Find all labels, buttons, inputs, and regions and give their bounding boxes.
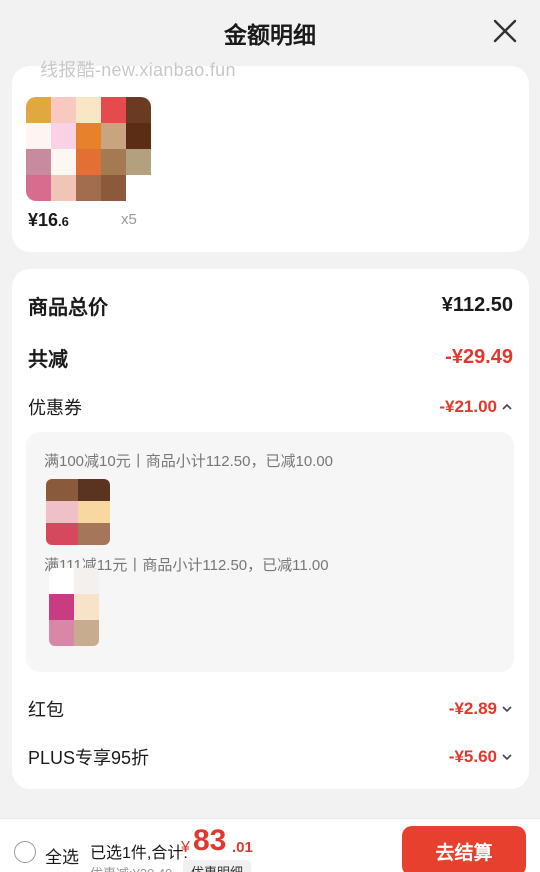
plus-amount: -¥5.60 xyxy=(448,747,497,766)
header: 金额明细 xyxy=(0,0,540,62)
coupon-row[interactable]: 优惠券 -¥21.00 xyxy=(28,394,513,420)
coupon-amount: -¥21.00 xyxy=(439,397,497,416)
plus-row[interactable]: PLUS专享95折 -¥5.60 xyxy=(28,744,513,770)
plus-label: PLUS专享95折 xyxy=(28,748,150,768)
chevron-up-icon[interactable] xyxy=(501,402,513,412)
redpack-amount: -¥2.89 xyxy=(448,699,497,718)
chevron-down-icon[interactable] xyxy=(501,752,513,762)
discount-detail-button[interactable]: 优惠明细 xyxy=(183,860,252,872)
reduce-row: 共减 -¥29.49 xyxy=(28,343,513,372)
total-amount-dec: .01 xyxy=(232,839,253,856)
price-int: ¥16 xyxy=(28,210,59,230)
redpack-label: 红包 xyxy=(28,700,64,720)
product-image xyxy=(26,97,151,201)
product-price: ¥16.6 xyxy=(28,210,69,231)
chevron-down-icon[interactable] xyxy=(501,704,513,714)
discount-summary: 优惠减:¥29.49 xyxy=(90,863,172,872)
product-qty: x5 xyxy=(121,211,137,228)
selected-summary: 已选1件,合计: xyxy=(90,845,188,862)
total-row: 商品总价 ¥112.50 xyxy=(28,291,513,320)
plus-value: -¥5.60 xyxy=(449,747,513,767)
total-amount-int: 83 xyxy=(193,824,227,857)
select-all-radio[interactable] xyxy=(14,841,36,863)
redpack-value: -¥2.89 xyxy=(449,699,513,719)
coupon-product-image xyxy=(46,479,110,545)
total-label: 商品总价 xyxy=(28,297,108,319)
coupon-line-1: 满100减10元丨商品小计112.50，已减10.00 xyxy=(44,453,334,470)
checkout-button[interactable]: 去结算 xyxy=(402,826,526,872)
currency-symbol: ¥ xyxy=(181,839,190,856)
watermark: 线报酷-new.xianbao.fun xyxy=(40,60,236,80)
total-value: ¥112.50 xyxy=(441,294,513,316)
price-dec: .6 xyxy=(58,214,69,229)
close-icon[interactable] xyxy=(492,18,518,44)
page-title: 金额明细 xyxy=(224,22,316,48)
redpack-row[interactable]: 红包 -¥2.89 xyxy=(28,696,513,722)
coupon-product-image xyxy=(49,568,99,646)
coupon-value: -¥21.00 xyxy=(439,397,513,417)
reduce-value: -¥29.49 xyxy=(445,346,513,368)
reduce-label: 共减 xyxy=(28,349,68,371)
coupon-details: 满100减10元丨商品小计112.50，已减10.00 满111减11元丨商品小… xyxy=(26,432,514,672)
coupon-label: 优惠券 xyxy=(28,398,82,418)
select-all-label[interactable]: 全选 xyxy=(45,843,79,868)
product-card: ¥16.6 x5 xyxy=(12,66,529,252)
amount-detail-card: 商品总价 ¥112.50 共减 -¥29.49 优惠券 -¥21.00 满100… xyxy=(12,269,529,789)
checkout-bar: 全选 已选1件,合计: ¥ 83 .01 优惠减:¥29.49 优惠明细 去结算 xyxy=(0,818,540,872)
